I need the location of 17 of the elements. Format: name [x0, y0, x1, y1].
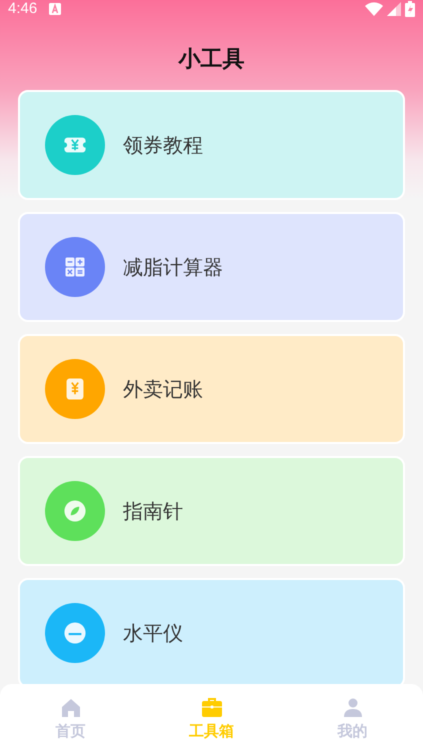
tool-label: 领券教程: [123, 132, 203, 158]
battery-icon: [405, 0, 415, 16]
tool-card[interactable]: 领券教程: [18, 90, 405, 200]
tool-label: 外卖记账: [123, 376, 203, 402]
notification-icon: [49, 2, 62, 14]
tool-card[interactable]: 指南针: [18, 456, 405, 566]
signal-icon: [387, 2, 401, 16]
tool-card[interactable]: 水平仪: [18, 578, 405, 684]
wifi-icon: [365, 2, 383, 16]
tool-label: 指南针: [123, 498, 183, 524]
briefcase-icon: [200, 696, 224, 720]
tool-card[interactable]: 减脂计算器: [18, 212, 405, 322]
tool-label: 水平仪: [123, 620, 183, 646]
tool-label: 减脂计算器: [123, 254, 223, 280]
tool-card[interactable]: 外卖记账: [18, 334, 405, 444]
status-time: 4:46: [8, 0, 38, 17]
page-title: 小工具: [178, 46, 244, 74]
